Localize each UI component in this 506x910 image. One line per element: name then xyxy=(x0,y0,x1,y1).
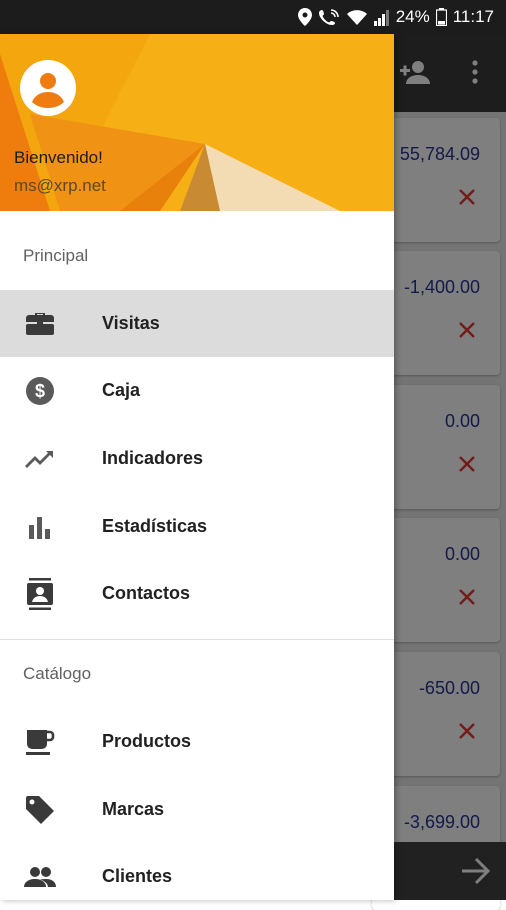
drawer-item-estadisticas[interactable]: Estadísticas xyxy=(0,493,394,560)
tag-icon xyxy=(24,794,56,826)
signal-icon xyxy=(373,10,389,26)
status-bar: 24% 11:17 xyxy=(0,0,506,34)
account-circle-icon xyxy=(32,73,64,108)
drawer-item-contactos[interactable]: Contactos xyxy=(0,560,394,627)
drawer-item-label: Visitas xyxy=(102,313,160,333)
wifi-call-icon xyxy=(318,9,339,25)
drawer-header: Bienvenido! ms@xrp.net xyxy=(0,34,394,211)
drawer-item-label: Estadísticas xyxy=(102,516,208,536)
navigation-drawer: Bienvenido! ms@xrp.net Principal Visitas… xyxy=(0,34,394,900)
welcome-text: Bienvenido! xyxy=(14,148,103,167)
section-title-principal: Principal xyxy=(23,246,89,265)
section-title-catalogo: Catálogo xyxy=(23,664,92,683)
user-email: ms@xrp.net xyxy=(14,176,106,195)
drawer-item-visitas[interactable]: Visitas xyxy=(0,290,394,357)
drawer-item-label: Marcas xyxy=(102,799,165,819)
dollar-circle-icon: $ xyxy=(24,375,56,407)
drawer-item-caja[interactable]: $ Caja xyxy=(0,357,394,424)
drawer-item-label: Clientes xyxy=(102,866,173,886)
drawer-item-label: Indicadores xyxy=(102,448,204,468)
drawer-item-productos[interactable]: Productos xyxy=(0,708,394,775)
drawer-item-label: Caja xyxy=(102,380,141,400)
bar-chart-icon xyxy=(24,511,56,543)
battery-icon xyxy=(435,8,447,26)
section-divider xyxy=(0,639,394,640)
drawer-item-indicadores[interactable]: Indicadores xyxy=(0,425,394,492)
drawer-item-label: Productos xyxy=(102,731,192,751)
people-icon xyxy=(24,861,56,893)
wifi-icon xyxy=(346,10,367,25)
location-icon xyxy=(297,8,312,26)
drawer-item-label: Contactos xyxy=(102,583,191,603)
coffee-cup-icon xyxy=(24,726,56,758)
drawer-item-marcas[interactable]: Marcas xyxy=(0,776,394,843)
contacts-icon xyxy=(24,577,56,610)
trending-up-icon xyxy=(24,443,56,475)
clock: 11:17 xyxy=(452,7,494,26)
drawer-item-clientes[interactable]: Clientes xyxy=(0,843,394,900)
avatar[interactable] xyxy=(20,60,76,116)
briefcase-icon xyxy=(24,308,56,340)
battery-percent: 24% xyxy=(395,7,430,26)
svg-text:$: $ xyxy=(35,381,45,401)
